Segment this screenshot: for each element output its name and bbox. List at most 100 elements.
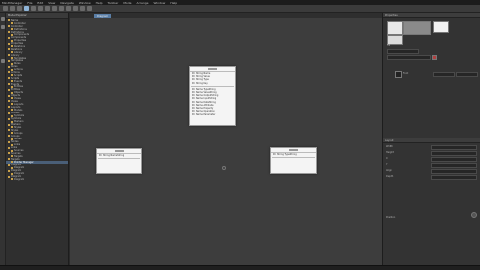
new-icon[interactable] xyxy=(3,6,8,11)
menu-item-5[interactable]: Window xyxy=(79,1,91,5)
menu-item-8[interactable]: Mode xyxy=(123,1,131,5)
menu-item-10[interactable]: Window xyxy=(153,1,165,5)
folder-icon xyxy=(8,77,10,80)
run-icon[interactable] xyxy=(66,6,71,11)
layout-header: Layout xyxy=(383,138,480,143)
folder-icon xyxy=(8,106,10,109)
tree-item-label: Diagram xyxy=(14,177,25,181)
folder-icon xyxy=(8,65,10,68)
prop-input[interactable] xyxy=(431,151,477,156)
menu-item-0[interactable]: MindManager xyxy=(2,1,22,5)
folder-icon xyxy=(8,83,10,86)
node-divider xyxy=(272,157,315,159)
search-icon[interactable] xyxy=(1,25,5,29)
folder-icon xyxy=(8,146,10,149)
outline-icon[interactable] xyxy=(1,59,5,63)
help-icon[interactable] xyxy=(471,212,477,218)
menu-item-2[interactable]: Edit xyxy=(37,1,43,5)
prop-label: Height xyxy=(386,151,394,154)
folder-icon xyxy=(8,31,10,33)
node-divider xyxy=(191,85,234,87)
folder-icon xyxy=(8,54,10,57)
prop-label: Align xyxy=(386,169,392,172)
menu-item-3[interactable]: View xyxy=(48,1,55,5)
folder-icon xyxy=(8,59,10,62)
tab-diagram-label: Diagram xyxy=(97,14,109,18)
menu-item-7[interactable]: Toolbar xyxy=(108,1,119,5)
folder-icon xyxy=(8,129,10,132)
undo-icon[interactable] xyxy=(45,6,50,11)
folder-icon xyxy=(8,152,10,155)
font-style-input[interactable] xyxy=(456,72,478,77)
folder-icon xyxy=(8,71,10,74)
stroke-input[interactable] xyxy=(387,55,431,60)
color-well[interactable] xyxy=(395,71,402,78)
copy-icon[interactable] xyxy=(31,6,36,11)
folder-icon xyxy=(11,178,13,181)
folder-icon xyxy=(8,163,10,166)
position-label: Position xyxy=(386,216,396,219)
gradient-swatch[interactable] xyxy=(403,21,431,35)
prop-input[interactable] xyxy=(431,145,477,150)
menu-item-11[interactable]: Help xyxy=(170,1,177,5)
menu-item-6[interactable]: Help xyxy=(96,1,103,5)
editor-tab-bar: Diagram xyxy=(70,13,382,18)
redo-icon[interactable] xyxy=(52,6,57,11)
tree-header-label: Model Explorer xyxy=(8,14,27,17)
prop-input[interactable] xyxy=(431,157,477,162)
node-attributes: ID: String NameString xyxy=(97,154,141,157)
fill-section-label: Fill xyxy=(387,44,391,47)
folder-icon xyxy=(8,169,10,172)
style-swatch[interactable] xyxy=(433,21,449,33)
fill-swatch[interactable] xyxy=(387,21,403,35)
folder-icon xyxy=(8,123,10,126)
folder-icon xyxy=(8,94,10,97)
folder-icon xyxy=(8,111,10,114)
tab-diagram[interactable]: Diagram xyxy=(94,14,112,18)
node-row: ID: String NameString xyxy=(99,154,125,158)
node-divider xyxy=(98,158,140,160)
layout-header-label: Layout xyxy=(385,138,394,142)
node-row: ID: String TypeString xyxy=(273,153,297,157)
node-attributes: ID: String TypeString xyxy=(271,153,316,156)
play-icon[interactable] xyxy=(73,6,78,11)
folder-icon xyxy=(8,100,10,103)
diagram-node-left[interactable]: ID: String NameString xyxy=(96,148,142,174)
folder-icon xyxy=(8,25,10,28)
diagram-node-right[interactable]: ID: String TypeString xyxy=(270,147,317,174)
font-size-input[interactable] xyxy=(433,72,455,77)
paste-icon[interactable] xyxy=(38,6,43,11)
open-icon[interactable] xyxy=(10,6,15,11)
find-icon[interactable] xyxy=(59,6,64,11)
folder-icon xyxy=(8,135,10,138)
prop-label: Y xyxy=(386,163,388,166)
prop-input[interactable] xyxy=(431,163,477,168)
cut-icon[interactable] xyxy=(24,6,29,11)
node-row: ID: Name Parameter xyxy=(192,113,216,117)
menu-item-4[interactable]: Navigate xyxy=(60,1,73,5)
prop-input[interactable] xyxy=(431,175,477,180)
prop-input[interactable] xyxy=(431,169,477,174)
node-row: ID: String Key xyxy=(192,81,208,85)
folder-icon xyxy=(8,36,10,39)
diagram-node-top[interactable]: ID: String Name ID: String Value ID: Strin… xyxy=(189,66,236,126)
model-tree-panel: Model Explorer Name Controller Controller D… xyxy=(6,13,69,265)
fill-input[interactable] xyxy=(387,49,419,54)
save-icon[interactable] xyxy=(17,6,22,11)
prop-label: Width xyxy=(386,145,393,148)
menu-item-9[interactable]: Arrange xyxy=(137,1,149,5)
menu-item-1[interactable]: File xyxy=(27,1,32,5)
stop-icon[interactable] xyxy=(80,6,85,11)
tree-item[interactable]: Diagram xyxy=(6,178,68,181)
inspector-panel: Properties Fill Font Layout Width Height X… xyxy=(382,13,480,265)
explorer-icon[interactable] xyxy=(1,17,5,21)
diagram-canvas[interactable] xyxy=(70,13,382,265)
folder-icon xyxy=(8,175,10,178)
folder-icon xyxy=(8,117,10,120)
inspector-header-label: Properties xyxy=(385,13,398,17)
folder-icon xyxy=(8,88,10,91)
zoom-icon[interactable] xyxy=(87,6,92,11)
toolbar xyxy=(0,5,480,13)
folder-icon xyxy=(8,140,10,143)
color-chip-icon[interactable] xyxy=(432,55,437,60)
